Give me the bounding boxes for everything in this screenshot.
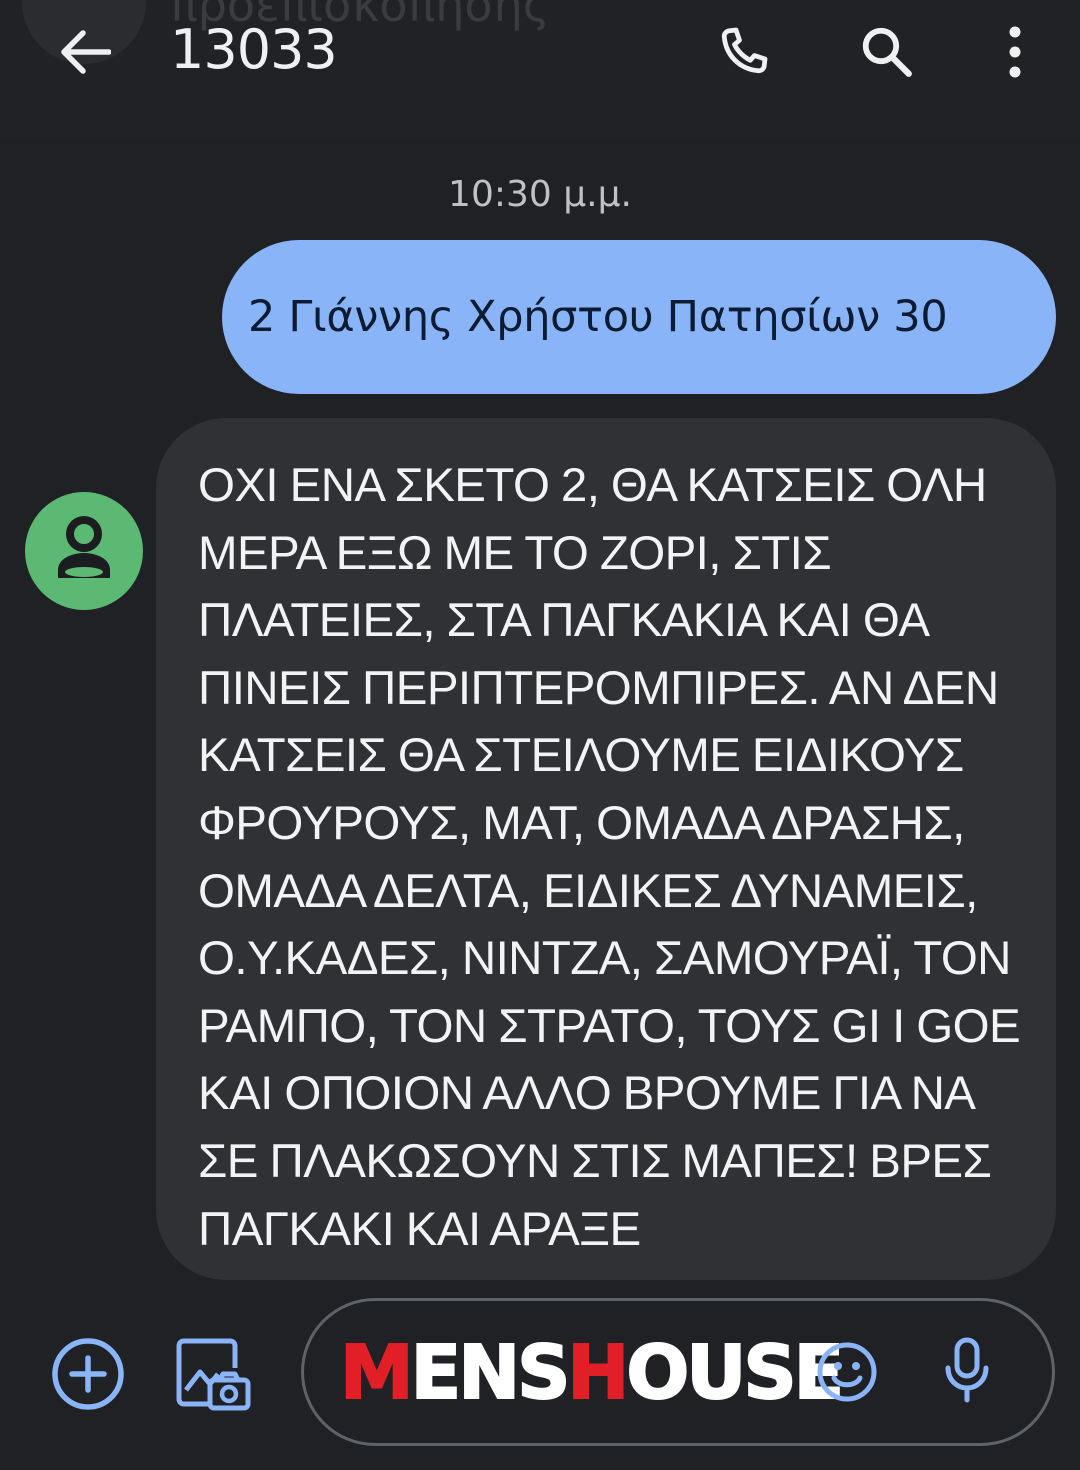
conversation-title: 13033 xyxy=(170,18,338,81)
voice-input-button[interactable] xyxy=(932,1331,1002,1411)
more-options-button[interactable] xyxy=(980,20,1050,84)
outgoing-message-bubble[interactable]: 2 Γιάννης Χρήστου Πατησίων 30 xyxy=(222,240,1056,394)
call-button[interactable] xyxy=(708,20,778,84)
arrow-back-icon xyxy=(61,30,111,74)
search-button[interactable] xyxy=(852,20,922,84)
search-icon xyxy=(862,27,912,77)
watermark-letter-m: M xyxy=(339,1330,415,1416)
back-button[interactable] xyxy=(50,20,120,84)
messages-screen: προεπισκόπησης 13033 10:30 μ.μ. 2 Γιάννη… xyxy=(0,0,1080,1470)
watermark-letters-ens: ENS xyxy=(410,1330,572,1416)
menshouse-watermark: M ENS H OUSE xyxy=(339,1323,845,1423)
message-timestamp: 10:30 μ.μ. xyxy=(448,174,632,215)
person-icon xyxy=(58,516,110,578)
sender-avatar[interactable] xyxy=(25,492,143,610)
incoming-message-bubble[interactable]: ΟΧΙ ΕΝΑ ΣΚΕΤΟ 2, ΘΑ ΚΑΤΣΕΙΣ ΟΛΗ ΜΕΡΑ ΕΞΩ… xyxy=(156,418,1056,1280)
emoji-button[interactable] xyxy=(814,1339,880,1405)
watermark-letter-h: H xyxy=(566,1330,630,1416)
add-circle-icon xyxy=(52,1338,124,1410)
mic-icon xyxy=(945,1337,989,1403)
attach-button[interactable] xyxy=(48,1334,128,1414)
top-app-bar: προεπισκόπησης 13033 xyxy=(0,0,1080,140)
emoji-smile-icon xyxy=(817,1342,877,1402)
incoming-message-text: ΟΧΙ ΕΝΑ ΣΚΕΤΟ 2, ΘΑ ΚΑΤΣΕΙΣ ΟΛΗ ΜΕΡΑ ΕΞΩ… xyxy=(198,459,1021,1256)
photo-gallery-icon xyxy=(176,1338,251,1411)
more-vert-icon xyxy=(1009,26,1021,78)
gallery-button[interactable] xyxy=(172,1334,252,1414)
watermark-letters-ouse: OUSE xyxy=(625,1330,845,1416)
phone-icon xyxy=(721,27,768,74)
message-compose-field[interactable]: M ENS H OUSE xyxy=(301,1298,1055,1446)
outgoing-message-text: 2 Γιάννης Χρήστου Πατησίων 30 xyxy=(248,292,948,342)
